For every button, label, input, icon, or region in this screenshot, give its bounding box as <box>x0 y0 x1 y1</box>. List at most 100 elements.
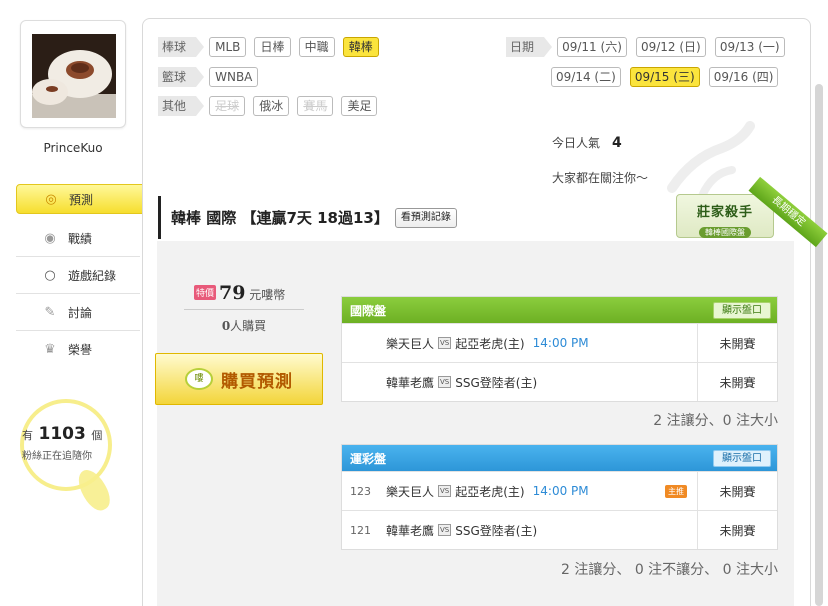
price-info: 特價 79 元嘍幣 <box>194 282 285 304</box>
lottery-odds-table: 運彩盤 顯示盤口 123 樂天巨人 VS 起亞老虎(主) 14:00 PM 主推… <box>341 444 778 550</box>
team-home: 樂天巨人 <box>386 336 435 351</box>
table-row[interactable]: 韓華老鷹 VS SSG登陸者(主) 未開賽 <box>342 362 777 401</box>
filter-row-baseball: 棒球 MLB 日棒 中職 韓棒 <box>158 36 382 57</box>
show-odds-button[interactable]: 顯示盤口 <box>713 301 771 319</box>
bookie-killer-badge: 莊家殺手 韓棒國際盤 <box>676 194 774 238</box>
lottery-table-header: 運彩盤 顯示盤口 <box>342 445 777 471</box>
filter-horse-racing: 賽馬 <box>297 96 334 116</box>
match-time: 14:00 PM <box>532 336 589 350</box>
fans-unit: 個 <box>91 429 103 442</box>
side-item-label: 遊戲紀錄 <box>68 268 117 283</box>
buy-prediction-button[interactable]: 嘍 購買預測 <box>155 353 323 405</box>
date-0915[interactable]: 09/15 (三) <box>629 67 700 87</box>
intl-table-title: 國際盤 <box>350 303 387 318</box>
popularity-label: 今日人氣 <box>552 136 601 150</box>
team-home: 樂天巨人 <box>386 484 435 499</box>
vs-icon: VS <box>438 485 452 497</box>
intl-table-header: 國際盤 顯示盤口 <box>342 297 777 323</box>
lottery-summary: 2 注讓分、 0 注不讓分、 0 注大小 <box>561 562 778 578</box>
popularity-stat: 今日人氣 4 <box>552 134 622 151</box>
match-info: 韓華老鷹 VS SSG登陸者(主) <box>386 522 697 539</box>
intl-summary: 2 注讓分、0 注大小 <box>653 413 778 429</box>
buyers-label: 人購買 <box>230 319 267 333</box>
filter-row-other: 其他 足球 俄冰 賽馬 美足 <box>158 95 380 116</box>
avatar[interactable] <box>32 34 116 118</box>
match-time: 14:00 PM <box>532 484 589 498</box>
buyers-number: 0 <box>221 319 231 333</box>
ring-icon: ○ <box>44 267 56 283</box>
date-row-1: 日期 09/11 (六) 09/12 (日) 09/13 (一) <box>506 36 789 57</box>
intl-odds-table: 國際盤 顯示盤口 樂天巨人 VS 起亞老虎(主) 14:00 PM 未開賽 韓華… <box>341 296 778 402</box>
main-pick-badge: 主推 <box>665 484 687 498</box>
table-row[interactable]: 121 韓華老鷹 VS SSG登陸者(主) 未開賽 <box>342 510 777 549</box>
divider <box>184 309 304 310</box>
side-menu: ◎ 預測 ◉ 戰績 ○ 遊戲紀錄 ✎ 討論 ♛ 榮譽 <box>16 184 150 368</box>
side-item-record[interactable]: ◉ 戰績 <box>16 220 140 257</box>
filter-cpbl[interactable]: 中職 <box>298 37 335 57</box>
date-row-2: 09/14 (二) 09/15 (三) 09/16 (四) <box>551 66 782 87</box>
username[interactable]: PrinceKuo <box>20 141 126 155</box>
page-title: 韓棒 國際 【連贏7天 18過13】 <box>171 209 389 227</box>
side-item-label: 榮譽 <box>68 343 93 357</box>
scrollbar[interactable] <box>815 84 823 606</box>
vs-icon: VS <box>438 337 452 349</box>
price-currency: 元嘍幣 <box>249 288 286 302</box>
match-status: 未開賽 <box>697 511 777 549</box>
filter-soccer: 足球 <box>209 96 246 116</box>
table-row[interactable]: 樂天巨人 VS 起亞老虎(主) 14:00 PM 未開賽 <box>342 323 777 362</box>
price-value: 79 <box>219 282 246 304</box>
filter-american-football[interactable]: 美足 <box>341 96 378 116</box>
show-odds-button[interactable]: 顯示盤口 <box>713 449 771 467</box>
filter-npb[interactable]: 日棒 <box>254 37 291 57</box>
match-info: 樂天巨人 VS 起亞老虎(主) 14:00 PM 主推 <box>386 483 697 500</box>
filter-label-baseball: 棒球 <box>158 36 205 57</box>
buy-label: 購買預測 <box>221 371 293 392</box>
filter-kbo[interactable]: 韓棒 <box>342 37 379 57</box>
row-number: 123 <box>350 484 371 498</box>
vs-icon: VS <box>438 524 452 536</box>
filter-mlb[interactable]: MLB <box>209 37 247 57</box>
trophy-icon: ◉ <box>44 230 56 246</box>
lottery-table-title: 運彩盤 <box>350 451 387 466</box>
filter-row-basketball: 籃球 WNBA <box>158 66 261 87</box>
team-away: 起亞老虎(主) <box>455 484 525 499</box>
filter-russian-hockey[interactable]: 俄冰 <box>253 96 290 116</box>
date-label: 日期 <box>506 36 553 57</box>
avatar-frame[interactable] <box>20 20 126 128</box>
side-item-label: 討論 <box>68 305 93 320</box>
popularity-value: 4 <box>612 135 622 151</box>
fans-count: 有 1103 個 <box>22 424 102 444</box>
fans-number: 1103 <box>38 424 86 444</box>
side-item-prediction[interactable]: ◎ 預測 <box>16 184 150 214</box>
team-home: 韓華老鷹 <box>386 523 435 538</box>
medal-icon: ♛ <box>44 342 56 357</box>
date-0913[interactable]: 09/13 (一) <box>714 37 785 57</box>
match-status: 未開賽 <box>697 472 777 510</box>
steamed-bun-image <box>32 34 116 118</box>
team-away: SSG登陸者(主) <box>455 523 538 538</box>
fans-prefix: 有 <box>22 429 33 442</box>
team-away: SSG登陸者(主) <box>455 375 538 390</box>
side-item-game-log[interactable]: ○ 遊戲紀錄 <box>16 257 140 294</box>
row-number: 121 <box>350 523 371 537</box>
table-row[interactable]: 123 樂天巨人 VS 起亞老虎(主) 14:00 PM 主推 未開賽 <box>342 471 777 510</box>
date-0914[interactable]: 09/14 (二) <box>551 67 621 87</box>
date-0912[interactable]: 09/12 (日) <box>635 37 706 57</box>
buyers-count: 0人購買 <box>184 317 304 334</box>
match-status: 未開賽 <box>697 324 777 362</box>
sale-badge: 特價 <box>194 285 217 300</box>
side-item-label: 戰績 <box>68 231 93 246</box>
side-item-label: 預測 <box>69 192 94 207</box>
team-away: 起亞老虎(主) <box>455 336 525 351</box>
filter-label-basketball: 籃球 <box>158 66 205 87</box>
history-button[interactable]: 看預測記錄 <box>394 207 457 228</box>
side-item-honor[interactable]: ♛ 榮譽 <box>16 331 140 368</box>
badge-title: 莊家殺手 <box>696 205 753 220</box>
side-item-discussion[interactable]: ✎ 討論 <box>16 294 140 331</box>
target-icon: ◎ <box>45 191 57 207</box>
date-0916[interactable]: 09/16 (四) <box>708 67 779 87</box>
date-0911[interactable]: 09/11 (六) <box>557 37 627 57</box>
chat-icon: ✎ <box>44 304 56 320</box>
match-info: 樂天巨人 VS 起亞老虎(主) 14:00 PM <box>386 335 697 352</box>
filter-wnba[interactable]: WNBA <box>209 67 259 87</box>
